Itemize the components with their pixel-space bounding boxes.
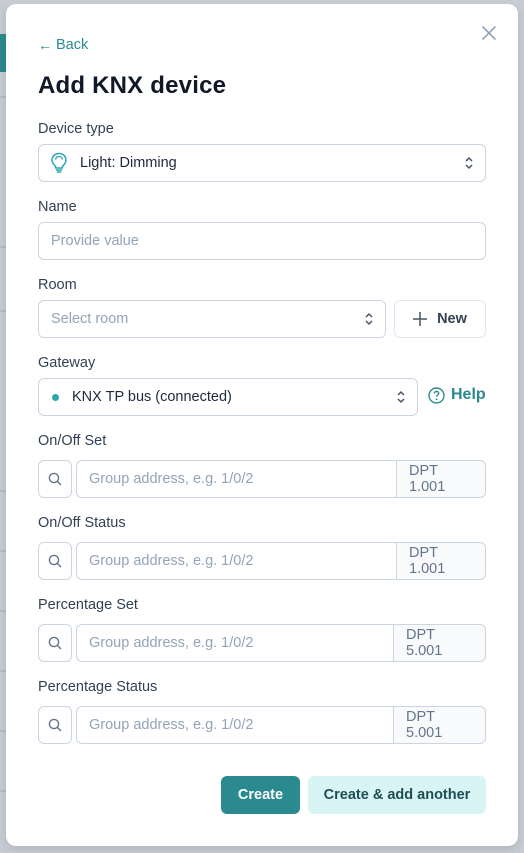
group-address-input[interactable]: Group address, e.g. 1/0/2 [76, 542, 396, 580]
address-input-group: Group address, e.g. 1/0/2 DPT 1.001 [76, 460, 486, 498]
close-icon [482, 26, 496, 40]
search-icon [48, 554, 62, 568]
dpt-badge: DPT 1.001 [396, 542, 486, 580]
help-label: Help [451, 386, 486, 403]
question-circle-icon [428, 386, 445, 404]
room-placeholder: Select room [51, 311, 129, 327]
address-input-group: Group address, e.g. 1/0/2 DPT 1.001 [76, 542, 486, 580]
device-type-value: Light: Dimming [80, 155, 177, 171]
arrow-left-icon: ← [38, 37, 52, 53]
dpt-badge: DPT 5.001 [393, 624, 486, 662]
gateway-label: Gateway [38, 355, 96, 371]
search-icon [48, 636, 62, 650]
group-address-input[interactable]: Group address, e.g. 1/0/2 [76, 706, 393, 744]
back-label: Back [56, 37, 89, 53]
room-label: Room [38, 277, 77, 293]
status-dot-icon [52, 393, 59, 401]
name-input[interactable]: Provide value [38, 222, 486, 260]
search-icon [48, 718, 62, 732]
address-label: Percentage Status [38, 679, 158, 695]
address-label: On/Off Status [38, 515, 126, 531]
gateway-select[interactable]: KNX TP bus (connected) [38, 378, 418, 416]
plus-icon [413, 312, 428, 326]
back-link[interactable]: ← Back [38, 37, 88, 53]
help-link[interactable]: Help [428, 386, 486, 404]
new-room-button[interactable]: New [394, 300, 486, 338]
address-label: On/Off Set [38, 433, 107, 449]
address-search-button[interactable] [38, 542, 72, 580]
room-select[interactable]: Select room [38, 300, 386, 338]
address-search-button[interactable] [38, 624, 72, 662]
group-address-placeholder: Group address, e.g. 1/0/2 [89, 635, 254, 651]
group-address-input[interactable]: Group address, e.g. 1/0/2 [76, 460, 396, 498]
name-label: Name [38, 199, 77, 215]
group-address-placeholder: Group address, e.g. 1/0/2 [89, 717, 254, 733]
new-room-label: New [437, 311, 467, 327]
chevron-up-down-icon [465, 156, 473, 170]
address-search-button[interactable] [38, 706, 72, 744]
page-title: Add KNX device [38, 72, 227, 99]
dpt-badge: DPT 5.001 [393, 706, 486, 744]
gateway-value: KNX TP bus (connected) [72, 389, 232, 405]
device-type-select[interactable]: Light: Dimming [38, 144, 486, 182]
dpt-badge: DPT 1.001 [396, 460, 486, 498]
lightbulb-icon [51, 152, 67, 173]
group-address-placeholder: Group address, e.g. 1/0/2 [89, 553, 254, 569]
close-button[interactable] [478, 22, 500, 44]
name-placeholder: Provide value [51, 233, 139, 249]
address-input-group: Group address, e.g. 1/0/2 DPT 5.001 [76, 624, 486, 662]
device-type-label: Device type [38, 121, 114, 137]
group-address-placeholder: Group address, e.g. 1/0/2 [89, 471, 254, 487]
address-label: Percentage Set [38, 597, 138, 613]
address-input-group: Group address, e.g. 1/0/2 DPT 5.001 [76, 706, 486, 744]
create-button[interactable]: Create [221, 776, 300, 814]
add-device-modal: ← Back Add KNX device Device type Light:… [0, 0, 524, 853]
chevron-up-down-icon [365, 312, 373, 326]
search-icon [48, 472, 62, 486]
group-address-input[interactable]: Group address, e.g. 1/0/2 [76, 624, 393, 662]
address-search-button[interactable] [38, 460, 72, 498]
create-and-add-another-button[interactable]: Create & add another [308, 776, 486, 814]
chevron-up-down-icon [397, 390, 405, 404]
